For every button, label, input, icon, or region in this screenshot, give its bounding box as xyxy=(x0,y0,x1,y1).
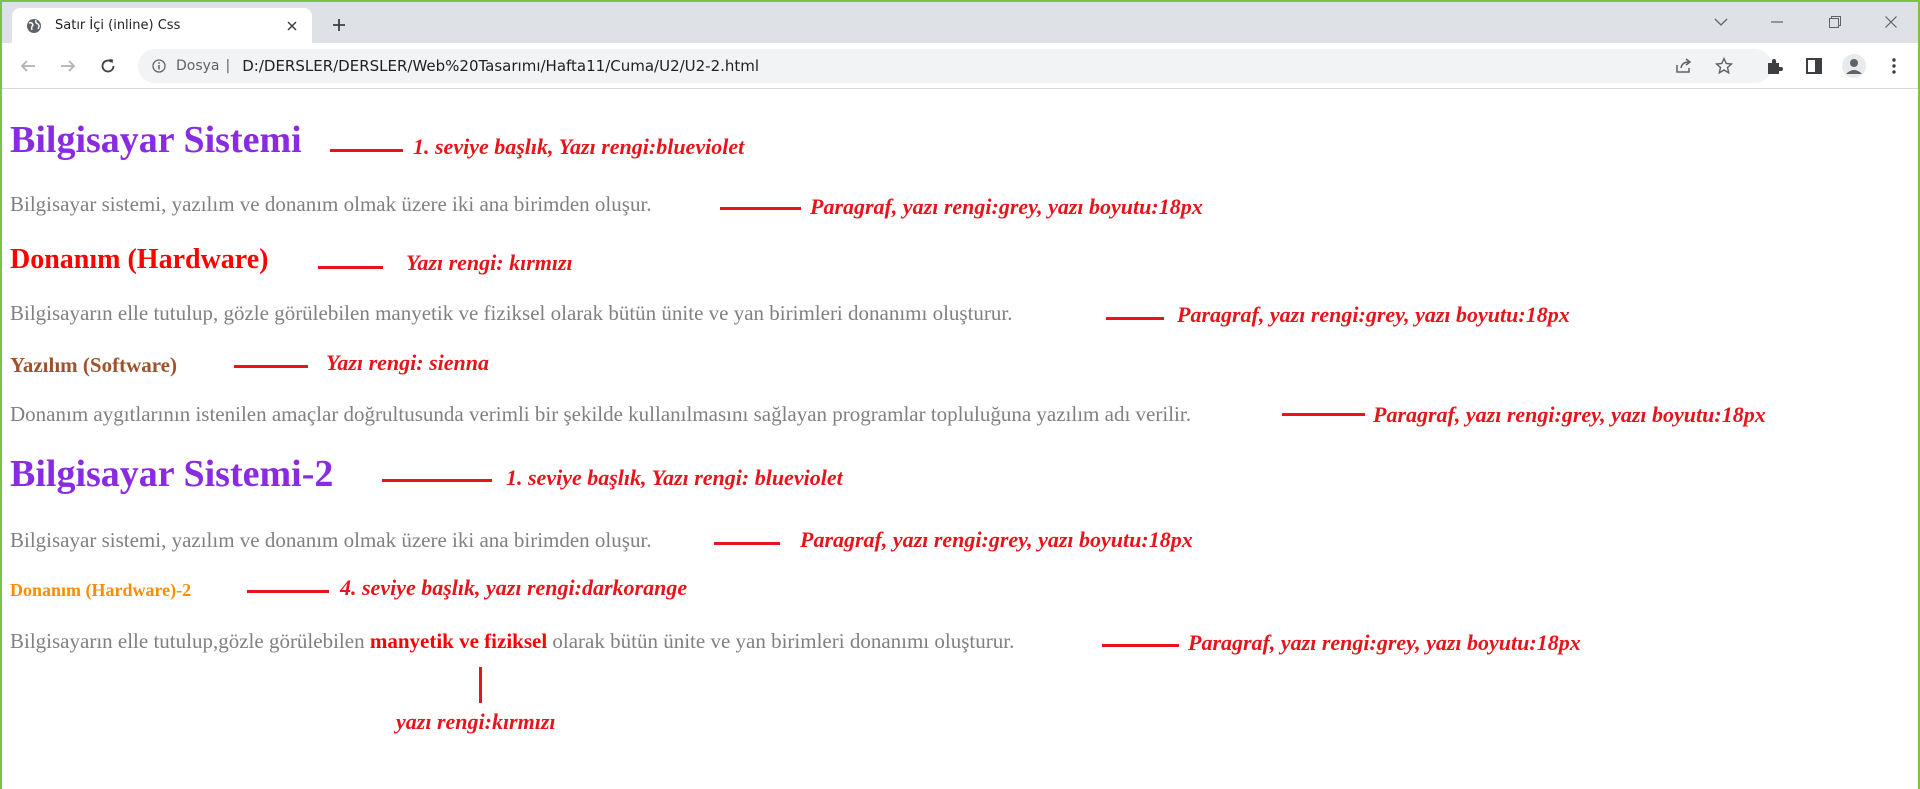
info-icon[interactable] xyxy=(152,59,166,73)
annotation-h2: Yazı rengi: kırmızı xyxy=(406,250,573,275)
tab-strip: Satır İçi (inline) Css xyxy=(2,2,1918,43)
annotation-arrow-line xyxy=(714,542,780,545)
close-icon[interactable] xyxy=(282,16,302,36)
omnibox-separator: | xyxy=(225,58,231,74)
address-bar[interactable]: Dosya | D:/DERSLER/DERSLER/Web%20Tasarım… xyxy=(138,49,1772,83)
annotation-arrow-line xyxy=(318,266,383,269)
inline-red-span: manyetik ve fiziksel xyxy=(369,629,548,653)
annotation-p5: Paragraf, yazı rengi:grey, yazı boyutu:1… xyxy=(1188,630,1581,655)
tab-title: Satır İçi (inline) Css xyxy=(55,18,181,33)
annotation-arrow-line xyxy=(1102,644,1179,647)
heading-level3: Yazılım (Software) xyxy=(10,353,177,377)
paragraph-3: Donanım aygıtlarının istenilen amaçlar d… xyxy=(10,402,1191,426)
restore-icon[interactable] xyxy=(1812,8,1858,36)
star-icon[interactable] xyxy=(1708,50,1740,82)
globe-icon xyxy=(27,18,41,33)
forward-icon[interactable] xyxy=(52,50,84,82)
annotation-arrow-line xyxy=(1282,413,1365,416)
paragraph-2: Bilgisayarın elle tutulup, gözle görüleb… xyxy=(10,301,1013,325)
browser-tab[interactable]: Satır İçi (inline) Css xyxy=(12,8,312,43)
annotation-arrow-line xyxy=(247,590,329,593)
annotation-h3: Yazı rengi: sienna xyxy=(326,350,490,375)
annotation-p2: Paragraf, yazı rengi:grey, yazı boyutu:1… xyxy=(1177,302,1570,327)
site-info-label[interactable]: Dosya xyxy=(176,58,220,74)
profile-icon[interactable] xyxy=(1838,50,1870,82)
extensions-icon[interactable] xyxy=(1758,50,1790,82)
annotation-p1: Paragraf, yazı rengi:grey, yazı boyutu:1… xyxy=(810,194,1203,219)
annotation-h1-second: 1. seviye başlık, Yazı rengi: blueviolet xyxy=(506,465,843,490)
url-text[interactable]: D:/DERSLER/DERSLER/Web%20Tasarımı/Hafta1… xyxy=(242,57,759,75)
annotation-arrow-line xyxy=(330,149,403,152)
page-content: Bilgisayar Sistemi 1. seviye başlık, Yaz… xyxy=(2,90,1918,789)
heading-level2: Donanım (Hardware) xyxy=(10,244,269,275)
heading-level1-first: Bilgisayar Sistemi xyxy=(10,119,302,161)
side-panel-icon[interactable] xyxy=(1798,50,1830,82)
share-icon[interactable] xyxy=(1668,50,1700,82)
minimize-icon[interactable] xyxy=(1754,8,1800,36)
reload-icon[interactable] xyxy=(92,50,124,82)
paragraph-1: Bilgisayar sistemi, yazılım ve donanım o… xyxy=(10,192,652,216)
paragraph-5-start: Bilgisayarın elle tutulup,gözle görülebi… xyxy=(10,629,370,653)
back-icon[interactable] xyxy=(12,50,44,82)
close-window-icon[interactable] xyxy=(1868,8,1914,36)
annotation-vertical-line xyxy=(479,667,482,703)
chevron-down-icon[interactable] xyxy=(1698,8,1744,36)
more-icon[interactable] xyxy=(1878,50,1910,82)
annotation-h1-first: 1. seviye başlık, Yazı rengi:blueviolet xyxy=(413,134,745,159)
annotation-arrow-line xyxy=(1106,317,1164,320)
heading-level1-second: Bilgisayar Sistemi-2 xyxy=(10,453,334,495)
browser-toolbar: Dosya | D:/DERSLER/DERSLER/Web%20Tasarım… xyxy=(2,43,1918,89)
annotation-arrow-line xyxy=(720,207,801,210)
annotation-p4: Paragraf, yazı rengi:grey, yazı boyutu:1… xyxy=(800,527,1193,552)
annotation-arrow-line xyxy=(234,365,308,368)
plus-icon[interactable] xyxy=(326,12,352,38)
annotation-arrow-line xyxy=(382,479,492,482)
annotation-inline-red: yazı rengi:kırmızı xyxy=(396,709,556,734)
annotation-h4: 4. seviye başlık, yazı rengi:darkorange xyxy=(340,575,688,600)
paragraph-4: Bilgisayar sistemi, yazılım ve donanım o… xyxy=(10,528,652,552)
paragraph-5-end: olarak bütün ünite ve yan birimleri dona… xyxy=(547,629,1015,653)
heading-level4: Donanım (Hardware)-2 xyxy=(10,580,192,600)
paragraph-5: Bilgisayarın elle tutulup,gözle görülebi… xyxy=(10,629,1014,654)
annotation-p3: Paragraf, yazı rengi:grey, yazı boyutu:1… xyxy=(1373,402,1766,427)
